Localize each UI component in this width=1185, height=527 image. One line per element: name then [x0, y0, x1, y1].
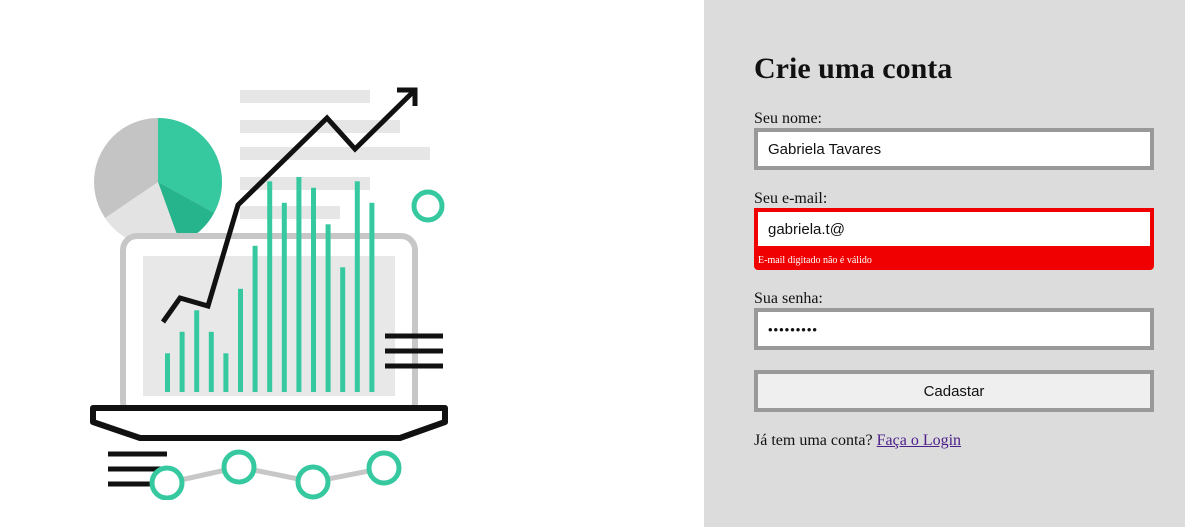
illustration-bar [208, 331, 214, 392]
submit-button[interactable]: Cadastar [754, 370, 1154, 412]
illustration-bar [281, 202, 287, 392]
login-prompt-line: Já tem uma conta? Faça o Login [754, 432, 961, 450]
illustration-bar [311, 187, 316, 392]
email-error-message: E-mail digitado não é válido [754, 250, 1154, 270]
signup-panel: Crie uma conta Seu nome: Gabriela Tavare… [704, 0, 1185, 527]
illustration-bar [252, 245, 258, 392]
page-title: Crie uma conta [754, 52, 953, 85]
illustration-panel [0, 0, 704, 527]
illustration-bar [179, 331, 185, 392]
password-label: Sua senha: [754, 290, 823, 307]
login-link[interactable]: Faça o Login [877, 432, 961, 449]
doc-line [240, 206, 340, 219]
name-field[interactable]: Gabriela Tavares [754, 128, 1154, 170]
name-label: Seu nome: [754, 110, 822, 127]
analytics-illustration [90, 87, 448, 500]
doc-line [240, 147, 430, 160]
illustration-bar [296, 177, 302, 392]
illustration-bar [238, 288, 243, 392]
illustration-bar [267, 181, 273, 392]
laptop-base [90, 405, 448, 441]
illustration-bar [165, 353, 170, 392]
illustration-bar [340, 267, 346, 392]
illustration-bar [325, 224, 331, 392]
doc-line [240, 90, 370, 103]
illustration-bar [223, 353, 229, 392]
circle-icon [411, 189, 445, 223]
pie-chart-icon [94, 118, 223, 247]
email-field[interactable]: gabriela.t@ [754, 208, 1154, 250]
illustration-bar [194, 310, 200, 392]
email-label: Seu e-mail: [754, 190, 828, 207]
node-chain-icon [149, 449, 402, 500]
illustration-bar [369, 202, 375, 392]
password-field[interactable]: ••••••••• [754, 308, 1154, 350]
login-prompt-text: Já tem uma conta? [754, 432, 873, 449]
illustration-bar [354, 181, 360, 392]
